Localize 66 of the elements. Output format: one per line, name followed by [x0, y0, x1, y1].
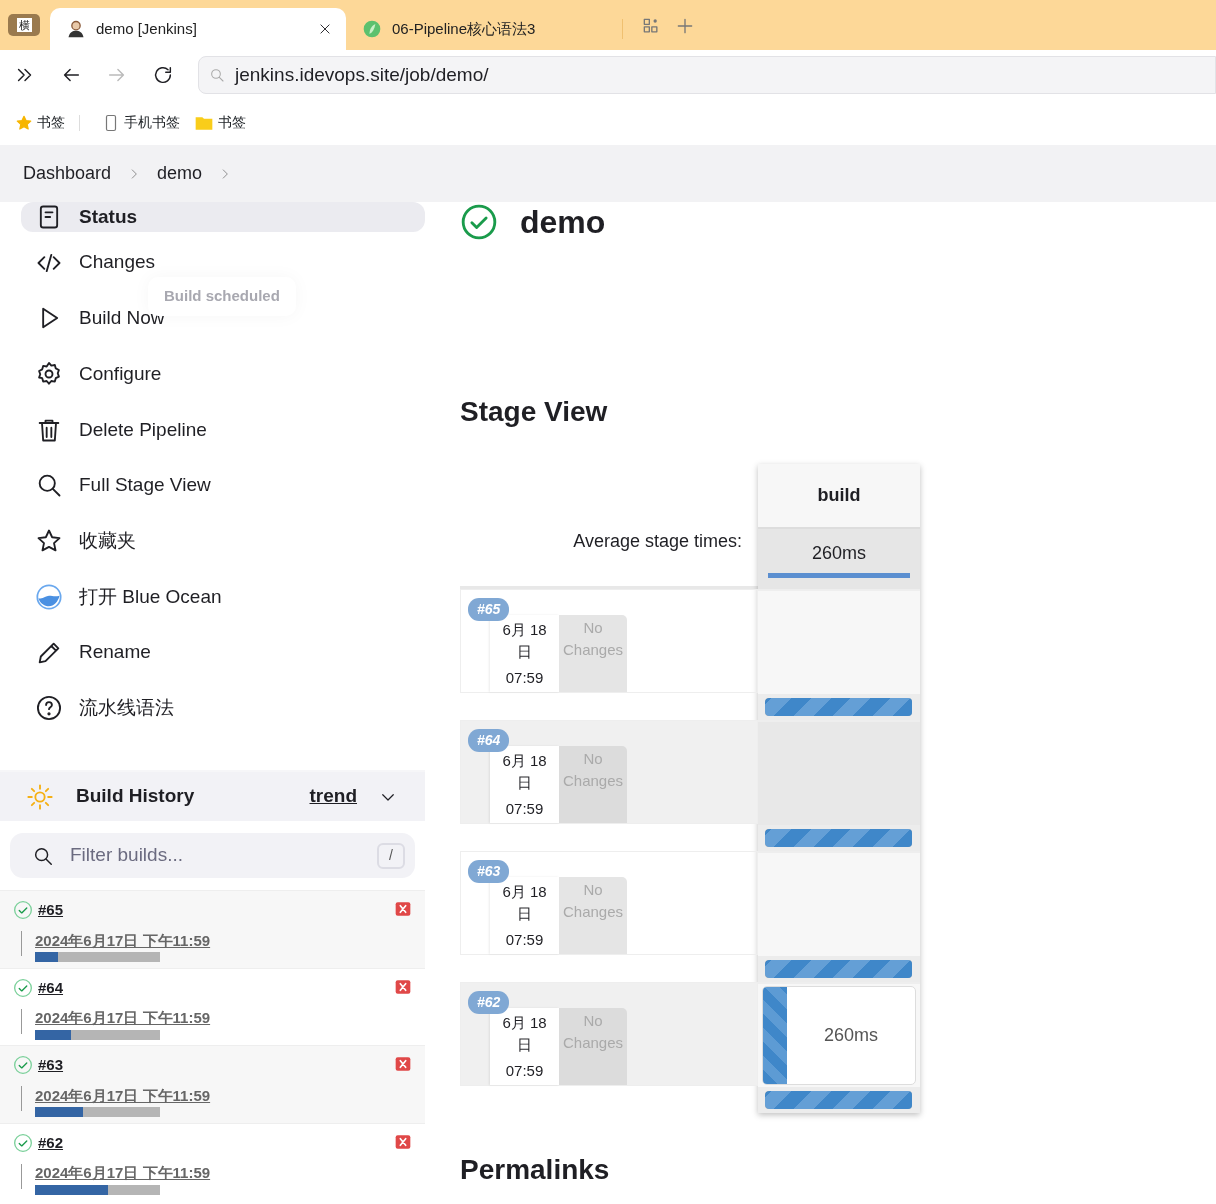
sidebar-item[interactable]: Rename — [21, 627, 425, 678]
success-check-icon — [13, 900, 33, 921]
sidebar-item[interactable]: Delete Pipeline — [21, 404, 425, 455]
average-label: Average stage times: — [573, 529, 742, 553]
run-date: 6月 18 日 — [501, 881, 548, 924]
filter-field[interactable]: Filter builds... / — [10, 833, 415, 879]
trend-link[interactable]: trend — [309, 782, 357, 811]
changes-label: No Changes — [559, 614, 627, 692]
success-check-icon — [13, 1055, 33, 1076]
sidebar-item[interactable]: 打开 Blue Ocean — [21, 571, 425, 622]
sidebar-item[interactable]: Status — [21, 202, 425, 232]
build-link[interactable]: #64 — [38, 976, 64, 1000]
browser-tab[interactable]: 06-Pipeline核心语法3 — [346, 8, 642, 50]
section-title: Stage View — [460, 395, 609, 429]
build-time-link[interactable]: 2024年6月17日 下午11:59 — [35, 929, 425, 953]
browser-tab[interactable]: demo [Jenkins] — [50, 8, 346, 50]
address-bar[interactable]: jenkins.idevops.site/job/demo/ — [198, 56, 1216, 94]
breadcrumb-link[interactable]: Dashboard — [23, 160, 112, 187]
cancel-icon[interactable] — [395, 901, 411, 918]
success-check-icon — [460, 203, 498, 241]
person-icon — [66, 19, 86, 39]
run-time: 07:59 — [504, 668, 545, 689]
run-date: 6月 18 日 — [501, 619, 548, 662]
sidebar-item[interactable]: Full Stage View — [21, 460, 425, 511]
run-time: 07:59 — [504, 1061, 545, 1082]
build-link[interactable]: #62 — [38, 1131, 64, 1155]
sidebar-item[interactable]: 收藏夹 — [21, 516, 425, 567]
bookmark-link[interactable]: 书签 — [194, 112, 246, 133]
success-check-icon — [13, 1132, 33, 1153]
build-time-link[interactable]: 2024年6月17日 下午11:59 — [35, 1007, 425, 1030]
changes-label: No Changes — [559, 876, 627, 954]
tab-grid-icon[interactable] — [641, 16, 661, 36]
shortcut-key: / — [377, 842, 405, 869]
leaf-icon — [362, 19, 382, 39]
job-title: demo — [520, 203, 606, 242]
run-date: 6月 18 日 — [501, 1012, 548, 1055]
build-link[interactable]: #65 — [38, 899, 64, 922]
help-icon — [35, 694, 63, 723]
sidebar-item[interactable]: Configure — [21, 349, 425, 400]
breadcrumb-link[interactable]: demo — [157, 160, 203, 187]
section-title: Build History — [76, 784, 196, 809]
reload-icon[interactable] — [152, 64, 174, 86]
star-icon — [15, 113, 33, 132]
run-time: 07:59 — [504, 930, 545, 951]
sidebar-item[interactable]: 流水线语法 — [21, 683, 425, 734]
build-time-link[interactable]: 2024年6月17日 下午11:59 — [35, 1084, 425, 1108]
filter-input[interactable]: Filter builds... — [68, 840, 363, 871]
cancel-icon[interactable] — [395, 978, 411, 995]
new-tab-icon[interactable] — [675, 16, 695, 36]
cancel-icon[interactable] — [395, 1133, 411, 1150]
section-title: Permalinks — [460, 1152, 611, 1187]
sun-icon — [26, 782, 54, 811]
ocean-icon — [35, 582, 63, 611]
stage-header: build — [816, 483, 862, 507]
success-check-icon — [13, 977, 33, 998]
sidebar-toggle-button[interactable]: 横 — [8, 14, 40, 36]
run-time: 07:59 — [504, 799, 545, 820]
bookmark-link[interactable]: 书签 — [15, 112, 65, 133]
close-icon[interactable] — [318, 22, 332, 36]
search-icon — [209, 67, 225, 83]
build-time-link[interactable]: 2024年6月17日 下午11:59 — [35, 1162, 425, 1185]
run-date: 6月 18 日 — [501, 750, 548, 793]
cancel-icon[interactable] — [395, 1056, 411, 1073]
bookmark-link[interactable]: 手机书签 — [102, 112, 180, 133]
average-time: 260ms — [812, 541, 866, 565]
build-link[interactable]: #63 — [38, 1054, 64, 1077]
